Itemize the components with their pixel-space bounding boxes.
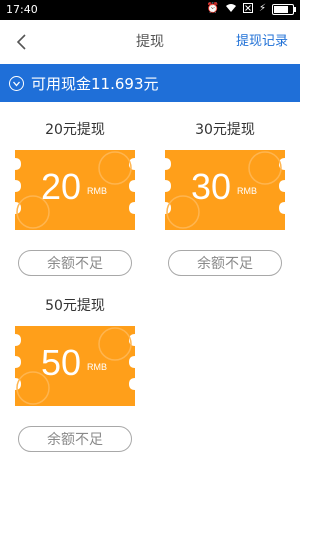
available-cash: 可用现金11.693元 (31, 74, 159, 93)
alarm-icon: ⏰ (206, 3, 219, 14)
coupon-card[interactable]: 50 RMB (15, 326, 135, 406)
balance-banner: 可用现金11.693元 (0, 64, 300, 102)
withdraw-option-30: 30元提现 30 RMB 余额不足 (165, 120, 285, 276)
coupon-unit: RMB (87, 186, 107, 196)
status-icons: ⏰ ⚡ (206, 3, 296, 15)
nav-bar: 提现 提现记录 (0, 20, 300, 65)
coupon-card[interactable]: 30 RMB (165, 150, 285, 230)
coupon-unit: RMB (237, 186, 257, 196)
coupon-amount: 30 (191, 166, 232, 207)
insufficient-balance-button[interactable]: 余额不足 (168, 250, 282, 276)
coin-icon (9, 75, 24, 91)
status-bar: 17:40 ⏰ ⚡ (0, 0, 300, 20)
coupon-amount: 20 (41, 166, 82, 207)
status-time: 17:40 (6, 3, 38, 16)
insufficient-balance-button[interactable]: 余额不足 (18, 426, 132, 452)
coupon-card[interactable]: 20 RMB (15, 150, 135, 230)
withdraw-option-20: 20元提现 20 RMB 余额不足 (15, 120, 135, 276)
battery-icon (272, 3, 296, 15)
option-title: 20元提现 (45, 122, 105, 138)
withdraw-option-50: 50元提现 50 RMB 余额不足 (15, 296, 135, 452)
withdraw-options: 20元提现 20 RMB 余额不足 30元提现 30 RMB 余额不足 50元提… (0, 110, 300, 533)
charging-icon: ⚡ (258, 3, 266, 14)
withdraw-records-link[interactable]: 提现记录 (236, 20, 288, 64)
wifi-icon (225, 3, 237, 15)
option-title: 30元提现 (195, 122, 255, 138)
insufficient-balance-button[interactable]: 余额不足 (18, 250, 132, 276)
coupon-amount: 50 (41, 342, 82, 383)
option-title: 50元提现 (45, 298, 105, 314)
coupon-unit: RMB (87, 362, 107, 372)
sim-x-icon (242, 3, 253, 15)
